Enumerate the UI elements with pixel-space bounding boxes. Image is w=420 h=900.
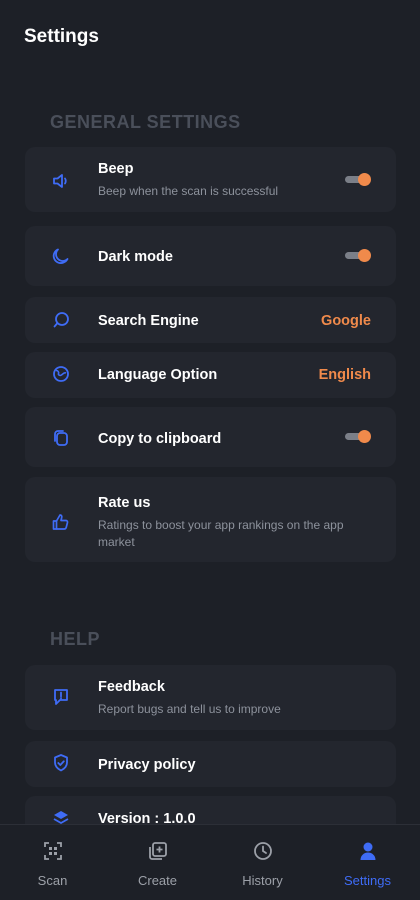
thumbs-up-icon xyxy=(51,512,71,532)
setting-feedback-label: Feedback xyxy=(98,679,165,695)
nav-history[interactable]: History xyxy=(210,825,315,900)
feedback-icon xyxy=(51,687,71,707)
setting-beep-label: Beep xyxy=(98,161,134,177)
nav-create[interactable]: Create xyxy=(105,825,210,900)
search-engine-value: Google xyxy=(321,313,371,329)
setting-beep-description: Beep when the scan is successful xyxy=(98,184,279,198)
copy-clipboard-toggle[interactable] xyxy=(345,430,371,444)
language-value: English xyxy=(318,367,371,383)
setting-beep[interactable]: Beep Beep when the scan is successful xyxy=(25,147,396,212)
setting-rate-us-description: Ratings to boost your app rankings on th… xyxy=(98,518,344,549)
nav-settings[interactable]: Settings xyxy=(315,825,420,900)
setting-dark-mode-label: Dark mode xyxy=(98,249,173,265)
shield-icon xyxy=(51,753,71,773)
copy-icon xyxy=(51,428,71,448)
setting-search-engine-label: Search Engine xyxy=(98,313,199,329)
setting-copy-clipboard[interactable]: Copy to clipboard xyxy=(25,407,396,467)
moon-icon xyxy=(51,246,71,266)
setting-privacy-policy-label: Privacy policy xyxy=(98,757,196,773)
user-icon xyxy=(357,840,379,862)
setting-search-engine[interactable]: Search Engine Google xyxy=(25,297,396,343)
nav-scan[interactable]: Scan xyxy=(0,825,105,900)
create-icon xyxy=(147,840,169,862)
setting-feedback-description: Report bugs and tell us to improve xyxy=(98,702,281,716)
setting-rate-us-label: Rate us xyxy=(98,495,151,511)
setting-rate-us[interactable]: Rate us Ratings to boost your app rankin… xyxy=(25,477,396,562)
page-title: Settings xyxy=(24,26,99,47)
setting-feedback[interactable]: Feedback Report bugs and tell us to impr… xyxy=(25,665,396,730)
setting-privacy-policy[interactable]: Privacy policy xyxy=(25,741,396,787)
dark-mode-toggle[interactable] xyxy=(345,249,371,263)
globe-icon xyxy=(51,364,71,384)
setting-copy-clipboard-label: Copy to clipboard xyxy=(98,431,222,447)
scan-icon xyxy=(42,840,64,862)
setting-dark-mode[interactable]: Dark mode xyxy=(25,226,396,286)
nav-settings-label: Settings xyxy=(344,873,391,888)
nav-create-label: Create xyxy=(137,873,178,888)
nav-history-label: History xyxy=(242,873,283,888)
section-title-help: HELP xyxy=(50,629,101,649)
nav-scan-label: Scan xyxy=(37,873,68,888)
bottom-navigation: Scan Create History Settings xyxy=(0,824,420,900)
beep-toggle[interactable] xyxy=(345,173,371,187)
speaker-icon xyxy=(51,171,71,191)
history-icon xyxy=(252,840,274,862)
section-title-general: GENERAL SETTINGS xyxy=(50,112,241,132)
search-chat-icon xyxy=(51,310,71,330)
setting-language[interactable]: Language Option English xyxy=(25,352,396,398)
setting-language-label: Language Option xyxy=(98,367,218,383)
